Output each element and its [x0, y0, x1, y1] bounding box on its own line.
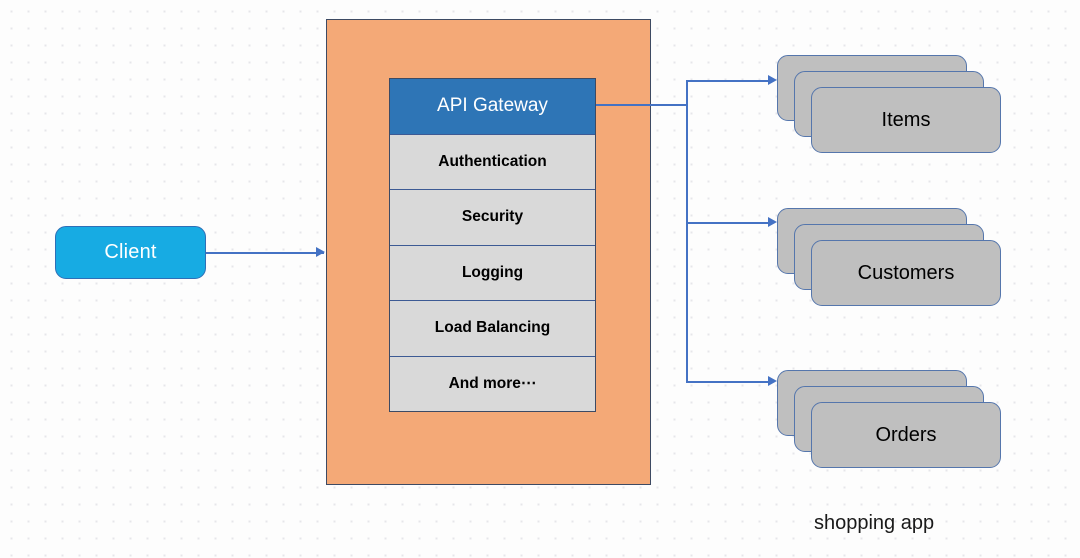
stack-layer-front[interactable]: Customers — [811, 240, 1001, 306]
gateway-cell-label: Logging — [461, 263, 524, 281]
node-client[interactable]: Client — [55, 226, 206, 279]
gateway-feature-table: API Gateway Authentication Security Logg… — [389, 78, 596, 412]
arrowhead-client-to-gateway-icon — [316, 247, 325, 257]
connector-client-to-gateway — [206, 252, 324, 254]
connector-gateway-to-items — [686, 80, 770, 82]
service-stack-customers[interactable]: Customers — [777, 208, 1001, 306]
connector-gateway-to-orders — [686, 381, 770, 383]
stack-layer-front[interactable]: Items — [811, 87, 1001, 153]
service-label-customers: Customers — [857, 261, 955, 284]
diagram-canvas: Client API Gateway Authentication Securi… — [0, 0, 1080, 558]
connector-vertical-trunk — [686, 80, 688, 383]
gateway-cell-label: Load Balancing — [434, 319, 551, 337]
gateway-header-label: API Gateway — [437, 95, 548, 117]
gateway-cell-and-more[interactable]: And more⋯ — [390, 356, 595, 411]
gateway-cell-label: Security — [461, 208, 524, 226]
arrowhead-orders-icon — [768, 376, 777, 386]
gateway-cell-security[interactable]: Security — [390, 190, 595, 246]
gateway-cell-logging[interactable]: Logging — [390, 245, 595, 301]
service-label-orders: Orders — [875, 423, 937, 446]
service-stack-items[interactable]: Items — [777, 55, 1001, 153]
service-label-items: Items — [881, 108, 931, 131]
gateway-header-cell[interactable]: API Gateway — [390, 79, 595, 135]
node-client-label: Client — [104, 241, 157, 263]
gateway-cell-authentication[interactable]: Authentication — [390, 134, 595, 190]
gateway-cell-load-balancing[interactable]: Load Balancing — [390, 301, 595, 357]
arrowhead-items-icon — [768, 75, 777, 85]
gateway-cell-label: Authentication — [438, 152, 547, 170]
service-stack-orders[interactable]: Orders — [777, 370, 1001, 468]
stack-layer-front[interactable]: Orders — [811, 402, 1001, 468]
diagram-caption: shopping app — [814, 512, 935, 534]
gateway-cell-label: And more⋯ — [448, 375, 537, 393]
connector-gateway-to-customers — [686, 222, 770, 224]
connector-gateway-outlet — [596, 104, 688, 106]
arrowhead-customers-icon — [768, 217, 777, 227]
